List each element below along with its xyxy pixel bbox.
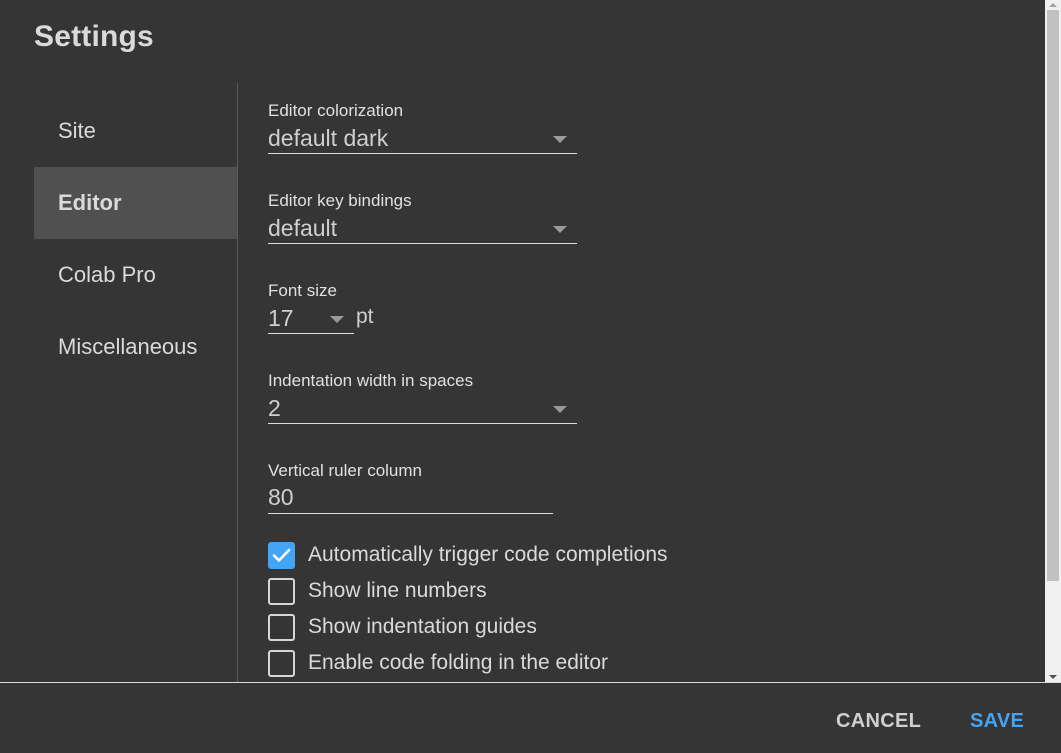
line-numbers-label: Show line numbers <box>308 579 487 602</box>
code-folding-label: Enable code folding in the editor <box>308 651 609 674</box>
editor-key-bindings-value: default <box>268 215 338 241</box>
sidebar-item-colab-pro[interactable]: Colab Pro <box>34 239 237 311</box>
scroll-down-arrow-icon[interactable] <box>1049 675 1057 679</box>
line-numbers-checkbox[interactable] <box>268 577 295 605</box>
dropdown-arrow-icon <box>553 136 567 143</box>
editor-settings-panel: Editor colorization default dark Editor … <box>268 83 1044 682</box>
sidebar-divider <box>237 83 238 682</box>
font-size-value: 17 <box>268 305 294 331</box>
font-size-unit: pt <box>356 305 374 328</box>
dropdown-arrow-icon <box>330 316 344 323</box>
dialog-title: Settings <box>34 20 154 53</box>
dialog-footer: CANCEL SAVE <box>0 683 1061 753</box>
sidebar-item-editor[interactable]: Editor <box>34 167 237 239</box>
editor-colorization-label: Editor colorization <box>268 101 404 120</box>
vertical-ruler-field: Vertical ruler column <box>268 460 553 514</box>
editor-colorization-value: default dark <box>268 125 389 151</box>
code-folding-checkbox[interactable] <box>268 649 295 677</box>
indentation-width-label: Indentation width in spaces <box>268 371 474 390</box>
dropdown-arrow-icon <box>553 406 567 413</box>
font-size-select[interactable]: 17 <box>268 302 354 334</box>
indentation-guides-checkbox[interactable] <box>268 613 295 641</box>
vertical-ruler-label: Vertical ruler column <box>268 461 423 480</box>
indentation-guides-label: Show indentation guides <box>308 615 537 638</box>
indentation-guides-checkbox-row[interactable]: Show indentation guides <box>268 613 537 641</box>
scrollbar-thumb[interactable] <box>1047 10 1059 581</box>
line-numbers-checkbox-row[interactable]: Show line numbers <box>268 577 487 605</box>
indentation-width-value: 2 <box>268 395 281 421</box>
editor-key-bindings-label: Editor key bindings <box>268 191 412 210</box>
code-folding-checkbox-row[interactable]: Enable code folding in the editor <box>268 649 608 677</box>
cancel-button[interactable]: CANCEL <box>836 710 921 733</box>
indentation-width-select[interactable]: 2 <box>268 392 577 424</box>
editor-colorization-field: Editor colorization default dark <box>268 100 577 154</box>
save-button[interactable]: SAVE <box>970 710 1024 733</box>
editor-key-bindings-select[interactable]: default <box>268 212 577 244</box>
font-size-label: Font size <box>268 281 337 300</box>
vertical-ruler-input[interactable] <box>268 482 553 514</box>
editor-colorization-select[interactable]: default dark <box>268 122 577 154</box>
editor-key-bindings-field: Editor key bindings default <box>268 190 577 244</box>
sidebar-item-site[interactable]: Site <box>34 95 237 167</box>
dropdown-arrow-icon <box>553 226 567 233</box>
font-size-field: Font size 17 pt <box>268 280 374 334</box>
auto-completions-checkbox[interactable] <box>268 541 295 569</box>
sidebar-item-miscellaneous[interactable]: Miscellaneous <box>34 311 237 383</box>
settings-sidebar: Site Editor Colab Pro Miscellaneous <box>34 95 237 383</box>
checkmark-icon <box>272 548 291 562</box>
auto-completions-label: Automatically trigger code completions <box>308 543 668 566</box>
indentation-width-field: Indentation width in spaces 2 <box>268 370 577 424</box>
auto-completions-checkbox-row[interactable]: Automatically trigger code completions <box>268 541 668 569</box>
content-scrollbar[interactable] <box>1045 0 1061 682</box>
scroll-up-arrow-icon[interactable] <box>1049 3 1057 7</box>
